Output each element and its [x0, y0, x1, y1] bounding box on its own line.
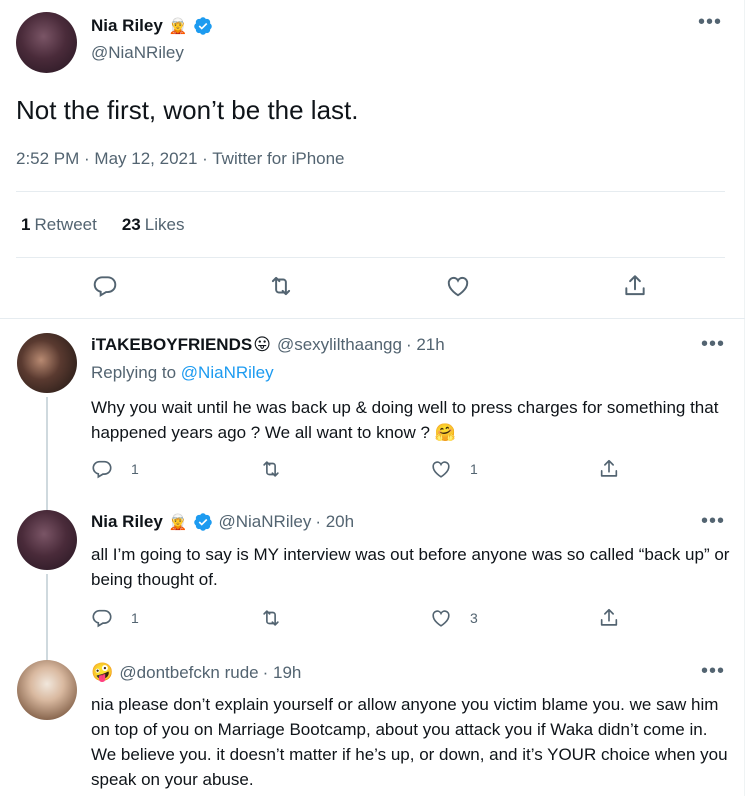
reply-time[interactable]: · 20h	[315, 512, 354, 532]
share-button[interactable]	[622, 273, 648, 299]
reply-text: all I’m going to say is MY interview was…	[91, 545, 730, 589]
reply-count: 1	[131, 461, 139, 477]
author-handle[interactable]: @dontbefckn rude	[119, 663, 258, 683]
more-options-button[interactable]: •••	[701, 511, 725, 531]
avatar[interactable]	[17, 510, 77, 570]
reply-button[interactable]: 1	[91, 607, 139, 629]
reply-icon	[93, 276, 117, 298]
author-name[interactable]: Nia Riley	[91, 16, 163, 36]
retweets-count: 1	[21, 215, 31, 234]
likes-label: Likes	[144, 215, 185, 234]
share-icon	[600, 608, 618, 626]
retweet-button[interactable]	[260, 607, 282, 629]
reply-actions: 1 1	[91, 458, 631, 482]
avatar[interactable]	[17, 333, 77, 393]
tweet-actions	[16, 273, 726, 303]
retweets-label: Retweet	[34, 215, 97, 234]
reply-count: 1	[131, 610, 139, 626]
author-row: iTAKEBOYFRIENDS 😛 @sexylilthaangg · 21h	[91, 335, 445, 355]
reply-text: Why you wait until he was back up & doin…	[91, 398, 719, 442]
divider	[16, 257, 725, 258]
name-emoji: 🧝	[168, 514, 188, 531]
heart-icon	[432, 461, 450, 478]
share-icon	[625, 275, 645, 296]
reply-icon	[92, 460, 112, 479]
retweet-icon	[263, 610, 279, 626]
like-button[interactable]: 1	[430, 458, 478, 480]
reply-button[interactable]: 1	[91, 458, 139, 480]
reply-button[interactable]	[92, 273, 118, 299]
divider	[0, 318, 745, 319]
more-options-button[interactable]: •••	[701, 661, 725, 681]
reply-tweet[interactable]: Nia Riley 🧝 @NiaNRiley · 20h ••• all I’m…	[0, 510, 745, 662]
author-name-emoji[interactable]: 🤪	[91, 662, 113, 683]
reply-time[interactable]: · 21h	[406, 335, 445, 355]
name-emoji: 😛	[253, 335, 271, 354]
avatar[interactable]	[17, 660, 77, 720]
heart-icon	[432, 610, 450, 627]
reply-time[interactable]: · 19h	[263, 663, 302, 683]
name-emoji: 🧝	[168, 18, 188, 35]
thread-line	[46, 397, 48, 517]
author-row: 🤪 @dontbefckn rude · 19h	[91, 662, 301, 683]
replying-prefix: Replying to	[91, 363, 177, 382]
retweet-icon	[271, 276, 291, 296]
reply-tweet[interactable]: iTAKEBOYFRIENDS 😛 @sexylilthaangg · 21h …	[0, 333, 745, 517]
reply-text: nia please don’t explain yourself or all…	[91, 695, 728, 789]
reply-actions: 1 3	[91, 607, 631, 631]
author-handle[interactable]: @sexylilthaangg	[277, 335, 402, 355]
likes-stat[interactable]: 23 Likes	[122, 215, 185, 235]
author-name[interactable]: Nia Riley	[91, 512, 163, 532]
main-tweet: Nia Riley 🧝 @NiaNRiley ••• Not the first…	[16, 0, 726, 318]
author-row: Nia Riley 🧝	[91, 16, 213, 36]
author-handle[interactable]: @NiaNRiley	[219, 512, 312, 532]
tweet-timestamp[interactable]: 2:52 PM · May 12, 2021 · Twitter for iPh…	[16, 149, 345, 169]
retweets-stat[interactable]: 1 Retweet	[21, 215, 97, 235]
verified-badge-icon	[193, 513, 212, 531]
retweet-button[interactable]	[268, 273, 294, 299]
retweet-button[interactable]	[260, 458, 282, 480]
likes-count: 23	[121, 215, 141, 234]
more-options-button[interactable]: •••	[698, 12, 722, 32]
like-count: 1	[470, 461, 478, 477]
share-button[interactable]	[598, 458, 620, 480]
reply-tweet[interactable]: 🤪 @dontbefckn rude · 19h ••• nia please …	[0, 660, 745, 796]
share-button[interactable]	[598, 607, 620, 629]
share-icon	[600, 459, 618, 477]
heart-icon	[447, 276, 469, 297]
author-row: Nia Riley 🧝 @NiaNRiley · 20h	[91, 512, 354, 532]
like-count: 3	[470, 610, 478, 626]
like-button[interactable]	[445, 273, 471, 299]
replying-handle-link[interactable]: @NiaNRiley	[181, 363, 274, 382]
reply-icon	[92, 609, 112, 628]
author-handle[interactable]: @NiaNRiley	[91, 43, 184, 63]
divider	[16, 191, 725, 192]
thread-line	[46, 574, 48, 662]
like-button[interactable]: 3	[430, 607, 478, 629]
verified-badge-icon	[193, 17, 212, 35]
tweet-text: Not the first, won’t be the last.	[16, 95, 359, 125]
tweet-stats: 1 Retweet 23 Likes	[21, 215, 184, 235]
avatar[interactable]	[16, 12, 77, 73]
retweet-icon	[263, 461, 279, 477]
replying-to: Replying to @NiaNRiley	[91, 363, 274, 383]
more-options-button[interactable]: •••	[701, 334, 725, 354]
author-name[interactable]: iTAKEBOYFRIENDS	[91, 335, 252, 355]
